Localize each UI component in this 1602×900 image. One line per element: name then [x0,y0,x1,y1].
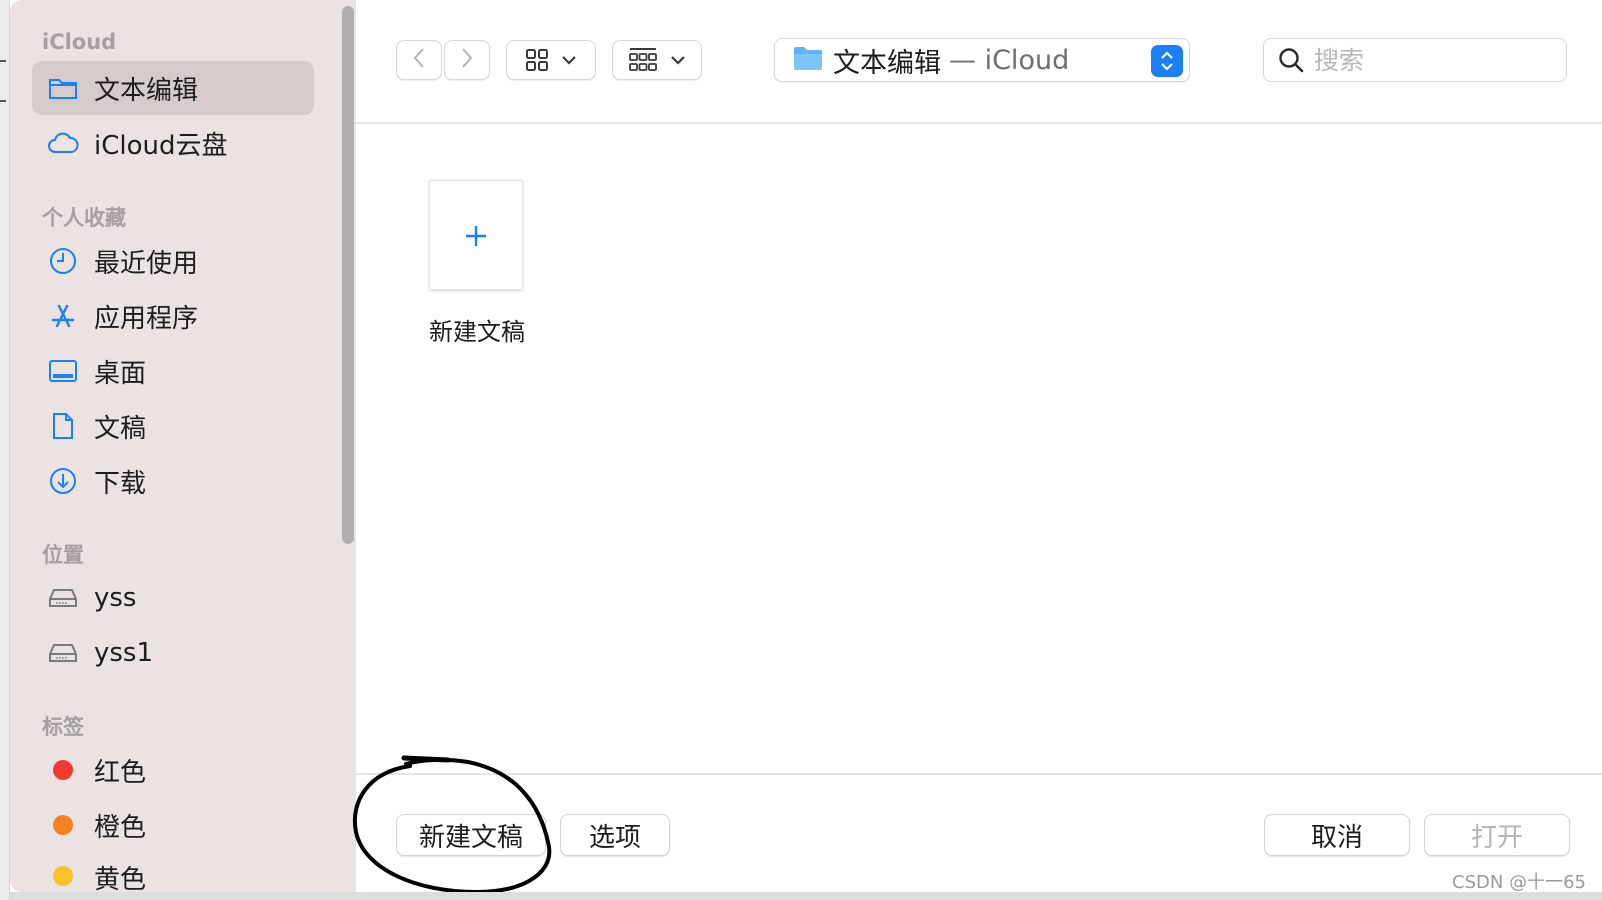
chevron-down-icon [670,55,686,65]
document-icon [46,409,80,443]
cloud-icon [46,126,80,160]
sidebar-item-label: yss [94,583,137,613]
options-button[interactable]: 选项 [560,814,670,856]
sidebar-item-drive-yss1[interactable]: yss1 [32,626,314,680]
sidebar: iCloud 文本编辑 iCloud云盘 个人收藏 最近使用 应用程序 桌面 文… [10,0,356,892]
edge-mark [0,60,6,62]
drive-icon [46,581,80,615]
watermark: CSDN @十一65 [1452,872,1586,893]
app-store-icon [46,299,80,333]
plus-icon [464,212,488,258]
sidebar-section-favorites: 个人收藏 [42,206,126,230]
search-field[interactable] [1263,38,1567,82]
file-browser: 文本编辑 — iCloud 新建文稿 新建文稿 选项 取消 打开 [356,0,1602,892]
sidebar-item-label: iCloud云盘 [94,130,228,161]
folder-icon [46,71,80,105]
chevron-right-icon [460,46,474,74]
new-document-tile-label: 新建文稿 [429,318,525,346]
new-document-button[interactable]: 新建文稿 [396,814,546,856]
sidebar-item-applications[interactable]: 应用程序 [32,289,314,343]
sidebar-item-icloud-drive[interactable]: iCloud云盘 [32,116,314,170]
toolbar-divider [356,122,1602,124]
window-bottom-edge [10,892,1602,900]
sidebar-section-tags: 标签 [42,715,84,739]
sidebar-item-label: 桌面 [94,358,147,389]
sidebar-item-label: 红色 [94,757,147,788]
footer-divider [356,773,1602,775]
sidebar-item-recents[interactable]: 最近使用 [32,234,314,288]
sidebar-item-label: 下载 [94,468,147,499]
sidebar-item-label: 文本编辑 [94,75,199,106]
sidebar-section-icloud: iCloud [42,30,117,54]
sidebar-item-label: 黄色 [94,865,147,892]
back-button[interactable] [396,40,442,80]
sidebar-item-documents[interactable]: 文稿 [32,399,314,453]
tag-dot-icon [46,753,80,787]
view-mode-button[interactable] [506,40,596,80]
sidebar-item-label: 最近使用 [94,248,199,279]
sidebar-scrollbar[interactable] [342,6,354,544]
location-source: — iCloud [949,44,1070,76]
background-window-edge [0,0,10,900]
tag-dot-icon [46,859,80,892]
new-document-tile[interactable] [429,180,523,290]
tag-dot-icon [46,808,80,842]
location-folder-name: 文本编辑 [833,47,941,79]
download-icon [46,464,80,498]
sidebar-section-locations: 位置 [42,543,84,567]
chevron-left-icon [412,46,426,74]
group-by-button[interactable] [612,40,702,80]
sidebar-item-drive-yss[interactable]: yss [32,571,314,625]
group-view-icon [628,47,658,73]
forward-button[interactable] [444,40,490,80]
chevron-down-icon [561,55,577,65]
open-button[interactable]: 打开 [1424,814,1570,856]
sidebar-item-textedit[interactable]: 文本编辑 [32,61,314,115]
clock-icon [46,244,80,278]
drive-icon [46,636,80,670]
search-icon [1278,47,1304,73]
folder-icon [793,45,823,75]
search-input[interactable] [1314,45,1544,75]
desktop-icon [46,354,80,388]
sidebar-item-tag-orange[interactable]: 橙色 [32,798,314,852]
grid-view-icon [525,48,549,72]
sidebar-item-label: 应用程序 [94,303,199,334]
sidebar-item-desktop[interactable]: 桌面 [32,344,314,398]
sidebar-item-tag-red[interactable]: 红色 [32,743,314,797]
updown-chevron-icon [1151,45,1183,77]
cancel-button[interactable]: 取消 [1264,814,1410,856]
sidebar-item-tag-yellow[interactable]: 黄色 [32,853,314,892]
edge-mark [0,100,6,102]
sidebar-item-label: 文稿 [94,413,147,444]
location-popup[interactable]: 文本编辑 — iCloud [774,38,1190,82]
sidebar-item-downloads[interactable]: 下载 [32,454,314,508]
sidebar-item-label: yss1 [94,638,154,668]
sidebar-item-label: 橙色 [94,812,147,843]
